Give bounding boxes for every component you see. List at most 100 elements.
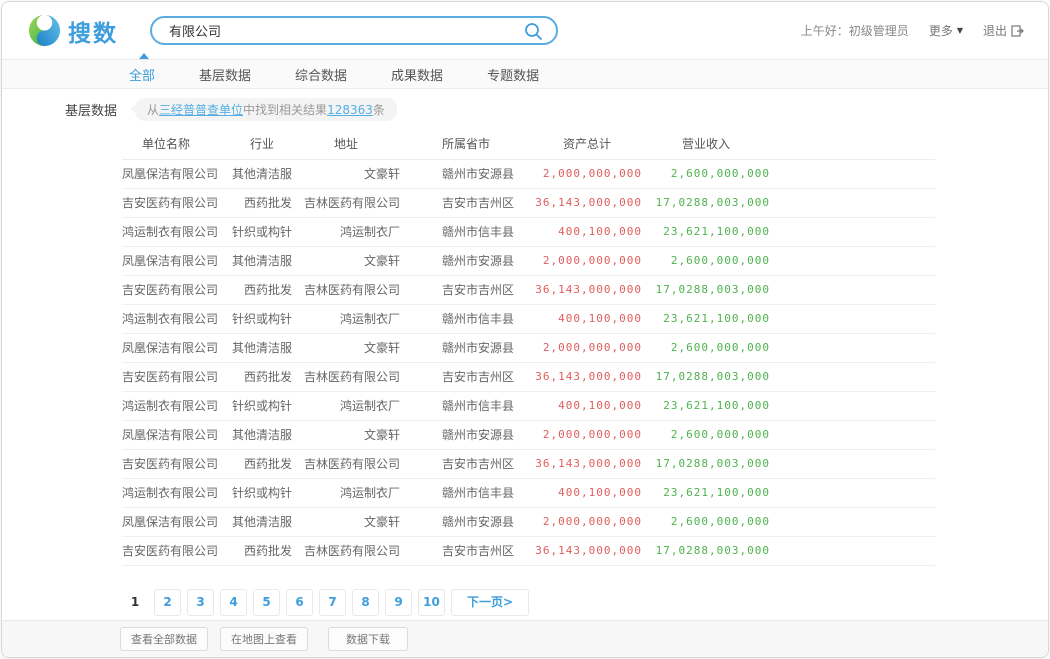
cell-2: 鸿运制衣厂 bbox=[292, 478, 400, 507]
cell-spacer bbox=[770, 420, 935, 449]
tab-2[interactable]: 综合数据 bbox=[295, 65, 347, 84]
cell-0: 凤凰保洁有限公司 bbox=[122, 246, 232, 275]
cell-spacer bbox=[770, 478, 935, 507]
cell-5: 2,600,000,000 bbox=[642, 420, 770, 449]
tab-4[interactable]: 专题数据 bbox=[487, 65, 539, 84]
page-button-6[interactable]: 6 bbox=[286, 589, 313, 616]
tab-bar: 全部 基层数据 综合数据 成果数据 专题数据 bbox=[2, 59, 1048, 89]
table-row[interactable]: 吉安医药有限公司西药批发吉林医药有限公司吉安市吉州区36,143,000,000… bbox=[122, 188, 935, 217]
cell-1: 其他清洁服 bbox=[232, 159, 292, 188]
cell-5: 23,621,100,000 bbox=[642, 217, 770, 246]
cell-0: 吉安医药有限公司 bbox=[122, 536, 232, 565]
search-input[interactable] bbox=[152, 18, 556, 43]
table-row[interactable]: 吉安医药有限公司西药批发吉林医药有限公司吉安市吉州区36,143,000,000… bbox=[122, 449, 935, 478]
cell-3: 吉安市吉州区 bbox=[400, 275, 532, 304]
results-table: 单位名称行业地址所属省市资产总计营业收入 凤凰保洁有限公司其他清洁服文豪轩赣州市… bbox=[122, 129, 935, 566]
footer-bar: 查看全部数据在地图上查看数据下载 bbox=[2, 620, 1048, 657]
cell-3: 吉安市吉州区 bbox=[400, 536, 532, 565]
cell-1: 其他清洁服 bbox=[232, 246, 292, 275]
cell-2: 鸿运制衣厂 bbox=[292, 391, 400, 420]
cell-spacer bbox=[770, 217, 935, 246]
cell-4: 400,100,000 bbox=[532, 478, 642, 507]
cell-5: 23,621,100,000 bbox=[642, 478, 770, 507]
cell-5: 2,600,000,000 bbox=[642, 507, 770, 536]
cell-0: 吉安医药有限公司 bbox=[122, 275, 232, 304]
cell-1: 西药批发 bbox=[232, 449, 292, 478]
table-row[interactable]: 凤凰保洁有限公司其他清洁服文豪轩赣州市安源县2,000,000,0002,600… bbox=[122, 507, 935, 536]
table-row[interactable]: 鸿运制衣有限公司针织或构针鸿运制衣厂赣州市信丰县400,100,00023,62… bbox=[122, 304, 935, 333]
table-row[interactable]: 鸿运制衣有限公司针织或构针鸿运制衣厂赣州市信丰县400,100,00023,62… bbox=[122, 217, 935, 246]
cell-1: 其他清洁服 bbox=[232, 333, 292, 362]
page-button-7[interactable]: 7 bbox=[319, 589, 346, 616]
tab-3[interactable]: 成果数据 bbox=[391, 65, 443, 84]
view-all-data-button[interactable]: 查看全部数据 bbox=[120, 627, 208, 651]
table-header-row: 单位名称行业地址所属省市资产总计营业收入 bbox=[122, 129, 935, 159]
cell-2: 吉林医药有限公司 bbox=[292, 449, 400, 478]
next-page-button[interactable]: 下一页> bbox=[451, 589, 529, 616]
cell-4: 36,143,000,000 bbox=[532, 362, 642, 391]
cell-0: 鸿运制衣有限公司 bbox=[122, 478, 232, 507]
page-button-2[interactable]: 2 bbox=[154, 589, 181, 616]
cell-4: 2,000,000,000 bbox=[532, 159, 642, 188]
table-row[interactable]: 吉安医药有限公司西药批发吉林医药有限公司吉安市吉州区36,143,000,000… bbox=[122, 275, 935, 304]
cell-5: 17,0288,003,000 bbox=[642, 362, 770, 391]
page-button-10[interactable]: 10 bbox=[418, 589, 445, 616]
cell-4: 400,100,000 bbox=[532, 304, 642, 333]
tab-0[interactable]: 全部 bbox=[129, 65, 155, 84]
column-header-3: 所属省市 bbox=[400, 129, 532, 159]
cell-5: 2,600,000,000 bbox=[642, 246, 770, 275]
cell-spacer bbox=[770, 246, 935, 275]
cell-5: 23,621,100,000 bbox=[642, 391, 770, 420]
cell-0: 鸿运制衣有限公司 bbox=[122, 391, 232, 420]
cell-4: 2,000,000,000 bbox=[532, 246, 642, 275]
page-button-5[interactable]: 5 bbox=[253, 589, 280, 616]
table-row[interactable]: 凤凰保洁有限公司其他清洁服文豪轩赣州市安源县2,000,000,0002,600… bbox=[122, 159, 935, 188]
cell-spacer bbox=[770, 362, 935, 391]
table-row[interactable]: 凤凰保洁有限公司其他清洁服文豪轩赣州市安源县2,000,000,0002,600… bbox=[122, 333, 935, 362]
cell-0: 凤凰保洁有限公司 bbox=[122, 507, 232, 536]
cell-0: 凤凰保洁有限公司 bbox=[122, 159, 232, 188]
cell-1: 西药批发 bbox=[232, 188, 292, 217]
logout-button[interactable]: 退出 bbox=[983, 22, 1024, 39]
cell-0: 凤凰保洁有限公司 bbox=[122, 333, 232, 362]
cell-1: 西药批发 bbox=[232, 536, 292, 565]
cell-1: 其他清洁服 bbox=[232, 507, 292, 536]
source-link[interactable]: 三经普普查单位 bbox=[159, 103, 243, 117]
cell-3: 吉安市吉州区 bbox=[400, 188, 532, 217]
brand-swirl-icon bbox=[28, 14, 61, 47]
more-menu[interactable]: 更多 ▼ bbox=[929, 22, 963, 39]
view-on-map-button[interactable]: 在地图上查看 bbox=[220, 627, 308, 651]
cell-2: 文豪轩 bbox=[292, 507, 400, 536]
table-row[interactable]: 鸿运制衣有限公司针织或构针鸿运制衣厂赣州市信丰县400,100,00023,62… bbox=[122, 391, 935, 420]
cell-4: 2,000,000,000 bbox=[532, 333, 642, 362]
result-count-link[interactable]: 128363 bbox=[327, 103, 373, 117]
logout-icon bbox=[1011, 25, 1024, 37]
page-button-4[interactable]: 4 bbox=[220, 589, 247, 616]
cell-4: 2,000,000,000 bbox=[532, 507, 642, 536]
page-button-3[interactable]: 3 bbox=[187, 589, 214, 616]
download-data-button[interactable]: 数据下载 bbox=[328, 627, 408, 651]
table-row[interactable]: 吉安医药有限公司西药批发吉林医药有限公司吉安市吉州区36,143,000,000… bbox=[122, 536, 935, 565]
page-button-9[interactable]: 9 bbox=[385, 589, 412, 616]
search-icon[interactable] bbox=[524, 22, 543, 45]
tab-1[interactable]: 基层数据 bbox=[199, 65, 251, 84]
table-row[interactable]: 凤凰保洁有限公司其他清洁服文豪轩赣州市安源县2,000,000,0002,600… bbox=[122, 246, 935, 275]
cell-4: 400,100,000 bbox=[532, 217, 642, 246]
table-row[interactable]: 鸿运制衣有限公司针织或构针鸿运制衣厂赣州市信丰县400,100,00023,62… bbox=[122, 478, 935, 507]
cell-3: 吉安市吉州区 bbox=[400, 449, 532, 478]
cell-1: 针织或构针 bbox=[232, 304, 292, 333]
section-label: 基层数据 bbox=[65, 100, 117, 119]
pagination: 1 2345678910下一页> bbox=[122, 589, 1048, 616]
result-summary: 从三经普普查单位中找到相关结果128363条 bbox=[135, 98, 397, 121]
table-row[interactable]: 凤凰保洁有限公司其他清洁服文豪轩赣州市安源县2,000,000,0002,600… bbox=[122, 420, 935, 449]
cell-3: 赣州市信丰县 bbox=[400, 217, 532, 246]
cell-0: 吉安医药有限公司 bbox=[122, 449, 232, 478]
page-button-8[interactable]: 8 bbox=[352, 589, 379, 616]
cell-1: 其他清洁服 bbox=[232, 420, 292, 449]
cell-3: 赣州市信丰县 bbox=[400, 304, 532, 333]
cell-0: 鸿运制衣有限公司 bbox=[122, 304, 232, 333]
cell-spacer bbox=[770, 449, 935, 478]
column-header-1: 行业 bbox=[232, 129, 292, 159]
table-row[interactable]: 吉安医药有限公司西药批发吉林医药有限公司吉安市吉州区36,143,000,000… bbox=[122, 362, 935, 391]
cell-5: 17,0288,003,000 bbox=[642, 449, 770, 478]
